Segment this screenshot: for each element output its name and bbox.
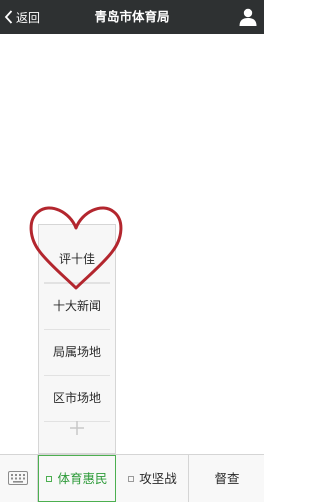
submenu-item-shi-da-xin-wen[interactable]: 十大新闻 [44,283,110,330]
submenu-add-button[interactable] [44,413,110,443]
person-icon [239,8,257,26]
menu-indicator-icon [46,475,53,482]
submenu-popup: 评十佳 十大新闻 局属场地 区市场地 [38,224,116,454]
keyboard-icon [8,471,28,485]
tab-gong-jian-zhan[interactable]: 攻坚战 [117,455,189,502]
keyboard-toggle-button[interactable] [0,455,38,502]
bottom-menu-bar: 体育惠民 攻坚战 督查 [0,454,264,502]
menu-indicator-icon [128,475,135,482]
plus-icon [70,421,84,435]
tab-label: 督查 [214,471,240,486]
tab-ti-yu-hui-min[interactable]: 体育惠民 [38,455,116,502]
submenu-item-ping-shi-jia[interactable]: 评十佳 [44,237,110,283]
page-title: 青岛市体育局 [94,9,170,24]
tab-label: 体育惠民 [57,471,108,486]
profile-button[interactable] [238,7,258,27]
top-navigation-bar: 返回 青岛市体育局 [0,0,264,34]
tab-label: 攻坚战 [139,471,177,486]
submenu-item-ju-shu-chang-di[interactable]: 局属场地 [44,329,110,376]
tab-du-cha[interactable]: 督查 [190,455,264,502]
